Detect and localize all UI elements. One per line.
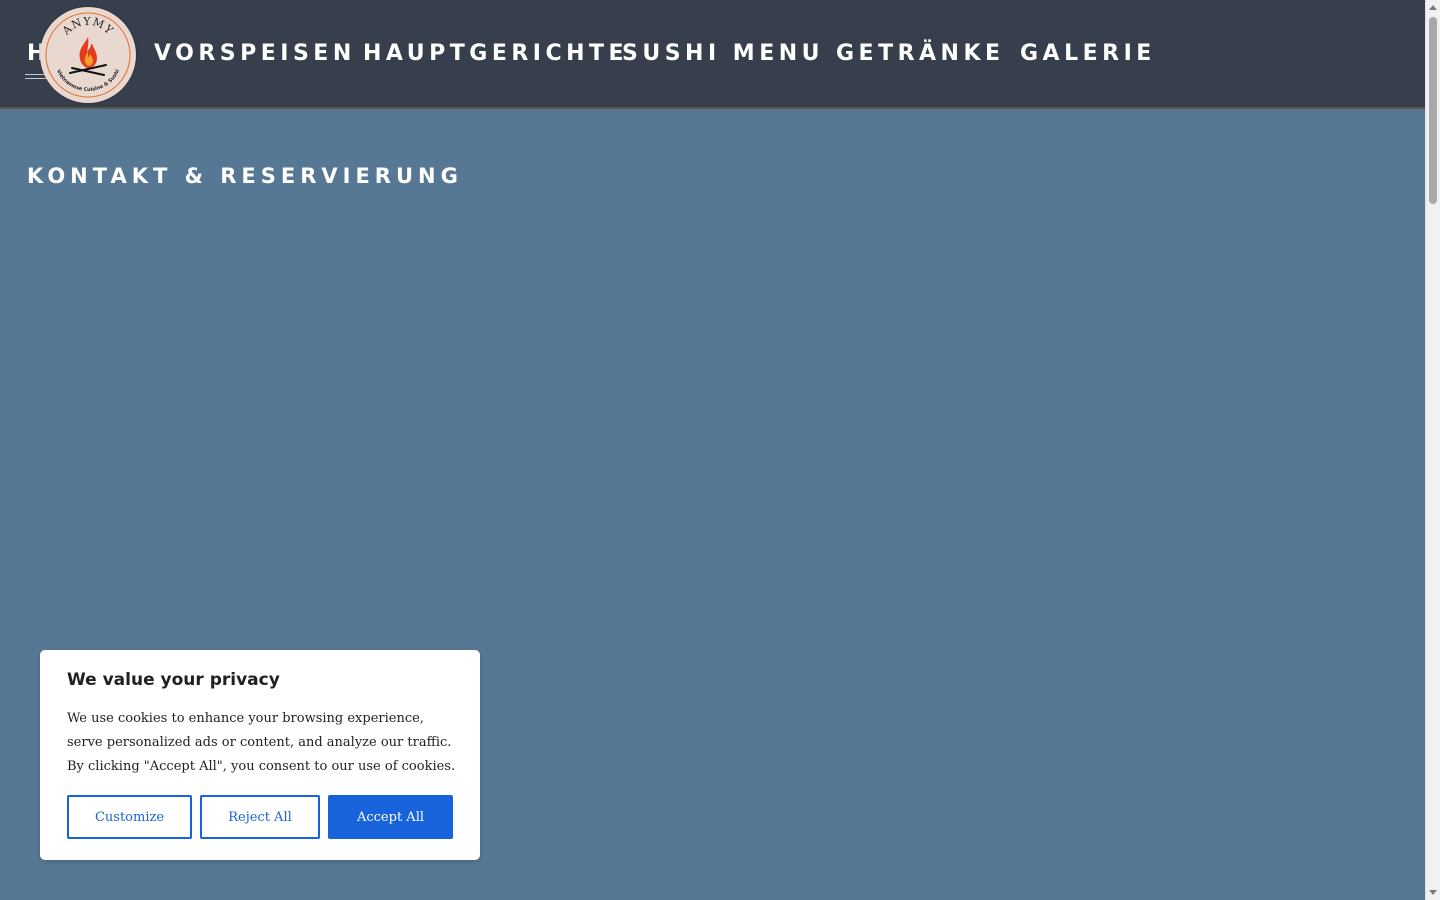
accept-all-button[interactable]: Accept All	[328, 795, 453, 839]
restaurant-logo[interactable]: ANYMY Vietnamese Cuisine & Sushi	[40, 7, 136, 103]
page-scrollbar[interactable]	[1425, 0, 1440, 900]
nav-item-hauptgerichte[interactable]: HAUPTGERICHTE	[363, 40, 628, 68]
cookie-banner-text: We use cookies to enhance your browsing …	[67, 711, 456, 774]
nav-item-vorspeisen[interactable]: VORSPEISEN	[154, 40, 356, 68]
site-header: H VORSPEISEN HAUPTGERICHTE SUSHI MENU GE…	[0, 0, 1425, 109]
scroll-up-icon[interactable]	[1429, 5, 1437, 10]
cookie-banner-title: We value your privacy	[67, 670, 280, 690]
scroll-thumb[interactable]	[1429, 17, 1437, 204]
scroll-down-icon[interactable]	[1429, 890, 1437, 895]
page-title: KONTAKT & RESERVIERUNG	[27, 164, 463, 189]
nav-item-sushi-menu[interactable]: SUSHI MENU	[622, 40, 824, 68]
page: H VORSPEISEN HAUPTGERICHTE SUSHI MENU GE…	[0, 0, 1440, 900]
reject-all-button[interactable]: Reject All	[200, 795, 320, 839]
cookie-consent-banner: We value your privacy We use cookies to …	[40, 650, 480, 860]
nav-item-galerie[interactable]: GALERIE	[1020, 40, 1156, 68]
nav-item-getraenke[interactable]: GETRÄNKE	[836, 40, 1005, 68]
logo-flame-icon: ANYMY Vietnamese Cuisine & Sushi	[45, 12, 131, 98]
customize-button[interactable]: Customize	[67, 795, 192, 839]
